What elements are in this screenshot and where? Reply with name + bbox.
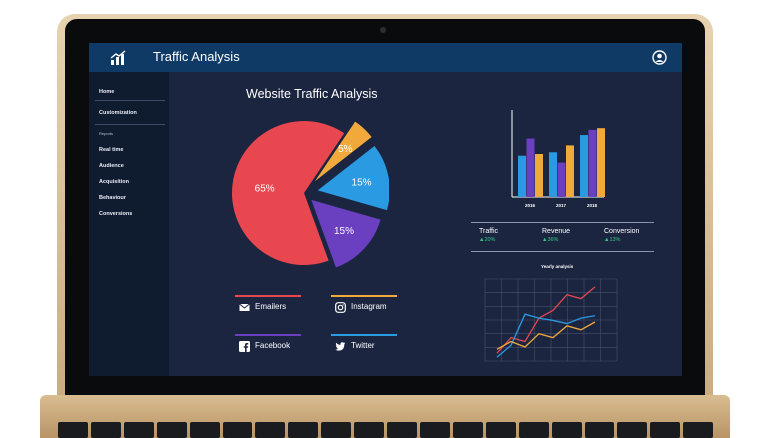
stat-traffic: Traffic ▲20% bbox=[479, 228, 498, 243]
stat-value: ▲13% bbox=[604, 237, 621, 243]
bar[interactable] bbox=[557, 162, 566, 197]
instagram-icon bbox=[335, 302, 346, 313]
pie-slice-label: 15% bbox=[334, 226, 354, 237]
dashboard-screen: Traffic Analysis Home Customization Repo… bbox=[89, 43, 682, 376]
x-tick-label: 2017 bbox=[556, 203, 567, 208]
bar[interactable] bbox=[588, 129, 597, 197]
facebook-icon bbox=[239, 341, 250, 352]
sidebar-item-real-time[interactable]: Real time bbox=[99, 147, 123, 153]
app-title: Traffic Analysis bbox=[153, 49, 240, 64]
sidebar: Home Customization Reports Real time Aud… bbox=[89, 72, 169, 376]
legend-label: Emailers bbox=[255, 302, 287, 311]
bar[interactable] bbox=[535, 154, 543, 197]
stat-label: Traffic bbox=[479, 228, 499, 235]
bar[interactable] bbox=[549, 152, 557, 197]
bar[interactable] bbox=[566, 145, 574, 197]
traffic-pie-chart: 65% 5% 15% 15% bbox=[232, 120, 389, 268]
sidebar-item-behaviour[interactable]: Behaviour bbox=[99, 195, 126, 201]
legend-label: Twitter bbox=[351, 341, 375, 350]
pie-slice-label: 65% bbox=[255, 184, 275, 195]
legend-label: Facebook bbox=[255, 341, 291, 350]
yearly-analysis-title: Yearly analysis bbox=[541, 264, 574, 269]
sidebar-item-customization[interactable]: Customization bbox=[99, 110, 137, 116]
x-tick-label: 2018 bbox=[587, 203, 598, 208]
legend-color-bar bbox=[331, 295, 397, 297]
pie-slice-label: 5% bbox=[338, 144, 353, 155]
x-tick-label: 2016 bbox=[525, 203, 536, 208]
sidebar-item-home[interactable]: Home bbox=[99, 89, 114, 95]
stats-divider-bottom bbox=[471, 251, 654, 252]
bar[interactable] bbox=[580, 135, 588, 197]
stat-label: Revenue bbox=[542, 228, 571, 235]
twitter-icon bbox=[335, 342, 346, 351]
legend-twitter[interactable]: Twitter bbox=[331, 334, 401, 354]
legend-color-bar bbox=[331, 334, 397, 336]
sidebar-section-reports: Reports bbox=[99, 131, 114, 136]
sidebar-divider bbox=[95, 100, 165, 101]
legend-facebook[interactable]: Facebook bbox=[235, 334, 305, 354]
legend-emailers[interactable]: Emailers bbox=[235, 295, 305, 315]
legend-label: Instagram bbox=[351, 302, 387, 311]
mail-icon bbox=[239, 303, 250, 311]
sidebar-item-acquisition[interactable]: Acquisition bbox=[99, 179, 129, 185]
pie-chart-title: Website Traffic Analysis bbox=[246, 87, 378, 101]
bar[interactable] bbox=[526, 138, 535, 197]
legend-color-bar bbox=[235, 334, 301, 336]
pie-slice-label: 15% bbox=[352, 177, 372, 188]
bar[interactable] bbox=[597, 128, 605, 197]
stat-revenue: Revenue ▲36% bbox=[542, 228, 570, 243]
yearly-line-chart bbox=[484, 278, 618, 362]
stat-conversion: Conversion ▲13% bbox=[604, 228, 639, 243]
user-profile-icon[interactable] bbox=[652, 50, 667, 65]
stat-label: Conversion bbox=[604, 228, 640, 235]
stats-divider-top bbox=[471, 222, 654, 223]
camera bbox=[380, 27, 386, 33]
sidebar-item-conversions[interactable]: Conversions bbox=[99, 211, 132, 217]
bar-chart-app-icon[interactable] bbox=[109, 49, 127, 67]
legend-instagram[interactable]: Instagram bbox=[331, 295, 401, 315]
top-bar: Traffic Analysis bbox=[89, 43, 682, 72]
yearly-bar-chart: 2016 2017 2018 bbox=[511, 110, 605, 208]
legend-color-bar bbox=[235, 295, 301, 297]
sidebar-item-audience[interactable]: Audience bbox=[99, 163, 124, 169]
bar[interactable] bbox=[518, 155, 526, 197]
stat-value: ▲36% bbox=[542, 237, 559, 243]
sidebar-divider bbox=[95, 124, 165, 125]
keyboard-row bbox=[58, 422, 714, 438]
stat-value: ▲20% bbox=[479, 237, 496, 243]
